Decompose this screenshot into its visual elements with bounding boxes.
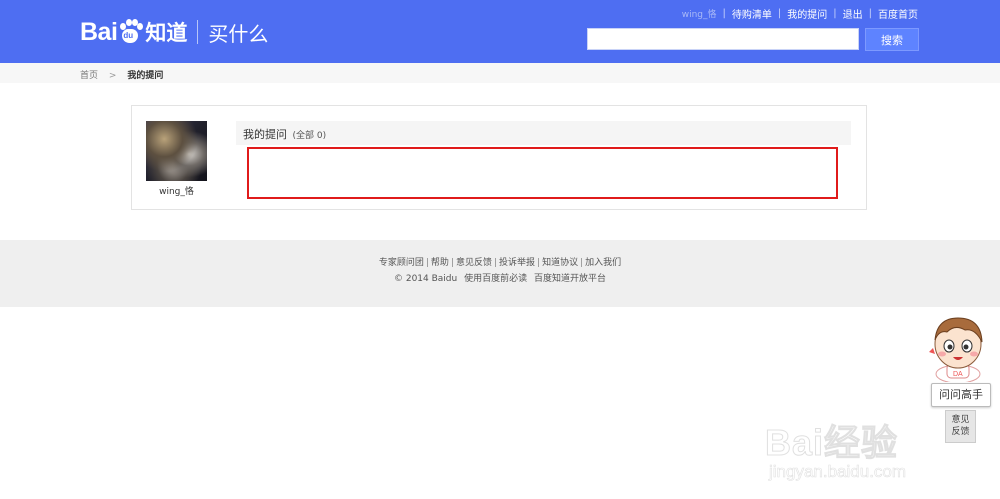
questions-count: (全部 0) [292,131,327,141]
footer-copyright: © 2014 Baidu [393,274,458,284]
questions-title: 我的提问 [243,128,287,141]
nav-my-questions[interactable]: 我的提问 [787,6,827,21]
questions-header: 我的提问 (全部 0) [236,121,851,145]
footer-link-experts[interactable]: 专家顾问团 [379,258,424,268]
nav-wishlist[interactable]: 待购清单 [732,6,772,21]
questions-title-wrap: 我的提问 (全部 0) [243,126,326,142]
watermark-logo-text: Bai经验 [764,422,899,464]
empty-questions-highlight [247,147,838,199]
feedback-button[interactable]: 意见 反馈 [945,410,976,443]
footer-link-report[interactable]: 投诉举报 [499,258,535,268]
logo-bai-text: Bai [80,17,118,46]
ask-expert-button[interactable]: 问问高手 [931,383,991,407]
search-input[interactable] [587,28,859,50]
breadcrumb: 首页 > 我的提问 [80,68,163,81]
footer-link-join[interactable]: 加入我们 [585,258,621,268]
svg-text:DA: DA [953,371,963,378]
top-header: Bai du 知道 买什么 wing_恪 | 待购清单 | 我的提问 | 退出 … [0,0,1000,63]
footer-link-feedback[interactable]: 意见反馈 [456,258,492,268]
breadcrumb-home[interactable]: 首页 [80,71,98,81]
footer-link-help[interactable]: 帮助 [431,258,449,268]
logo-product-text: 知道 [145,21,188,45]
baidu-jingyan-watermark: Bai经验 jingyan.baidu.com [764,414,907,482]
watermark-url: jingyan.baidu.com [769,462,907,482]
profile-username[interactable]: wing_恪 [146,184,207,197]
paw-icon: du [118,19,144,45]
feedback-label-line2: 反馈 [951,427,970,437]
footer-copyright-line: © 2014 Baidu 使用百度前必读 百度知道开放平台 [0,271,1000,284]
top-nav: wing_恪 | 待购清单 | 我的提问 | 退出 | 百度首页 [681,6,918,21]
nav-logout[interactable]: 退出 [843,6,863,21]
footer-link-agreement[interactable]: 知道协议 [542,258,578,268]
search-button[interactable]: 搜索 [865,28,919,51]
footer-link-terms[interactable]: 使用百度前必读 [464,274,527,284]
feedback-label-line1: 意见 [951,415,970,425]
logo-divider [197,20,199,44]
logo-sub-title[interactable]: 买什么 [208,18,268,47]
footer-link-open-platform[interactable]: 百度知道开放平台 [534,274,606,284]
nav-username[interactable]: wing_恪 [682,7,717,20]
nav-baidu-home[interactable]: 百度首页 [878,6,918,21]
footer-links: 专家顾问团 | 帮助 | 意见反馈 | 投诉举报 | 知道协议 | 加入我们 [378,258,622,268]
breadcrumb-separator: > [108,71,117,81]
baidu-zhidao-logo[interactable]: Bai du 知道 买什么 [80,14,268,50]
mascot-icon[interactable]: DA [925,312,991,382]
breadcrumb-bar: 首页 > 我的提问 [0,63,1000,83]
footer: 专家顾问团 | 帮助 | 意见反馈 | 投诉举报 | 知道协议 | 加入我们 © 2014 Baid… [0,240,1000,307]
avatar[interactable] [146,121,207,181]
breadcrumb-current: 我的提问 [127,71,164,81]
